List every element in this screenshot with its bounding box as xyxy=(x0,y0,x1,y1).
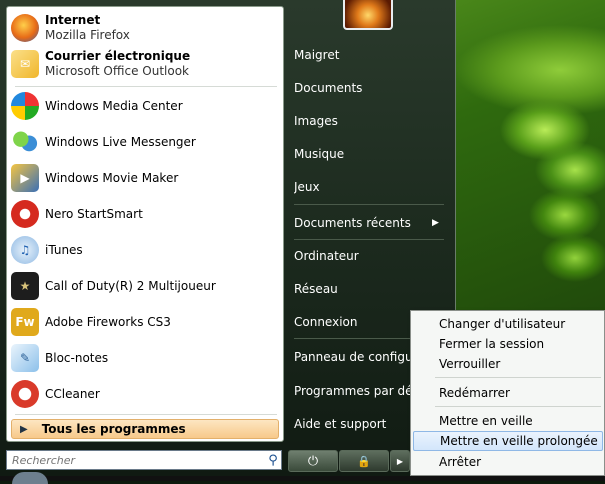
menu-item-shut-down[interactable]: Arrêter xyxy=(413,452,603,472)
program-itunes[interactable]: ♫ iTunes xyxy=(11,233,279,267)
program-subtitle: Microsoft Office Outlook xyxy=(45,64,189,78)
itunes-icon: ♫ xyxy=(11,236,39,264)
menu-item-log-off[interactable]: Fermer la session xyxy=(413,334,603,354)
menu-item-label: Arrêter xyxy=(439,455,482,469)
menu-item-label: Changer d'utilisateur xyxy=(439,317,566,331)
outlook-icon: ✉ xyxy=(11,50,39,78)
link-label: Aide et support xyxy=(294,417,387,431)
media-center-icon xyxy=(11,92,39,120)
program-name: CCleaner xyxy=(45,387,100,401)
link-label: Documents xyxy=(294,81,363,95)
menu-item-label: Redémarrer xyxy=(439,386,510,400)
fireworks-icon: Fw xyxy=(11,308,39,336)
program-name: Call of Duty(R) 2 Multijoueur xyxy=(45,279,216,293)
program-call-of-duty[interactable]: ★ Call of Duty(R) 2 Multijoueur xyxy=(11,269,279,303)
power-options-arrow-button[interactable]: ▶ xyxy=(390,450,410,472)
taskbar xyxy=(0,476,605,481)
program-name: Bloc-notes xyxy=(45,351,109,365)
power-button[interactable]: ⏻ xyxy=(288,450,338,472)
power-options-menu: Changer d'utilisateur Fermer la session … xyxy=(410,310,605,476)
link-control-panel[interactable]: Panneau de configurati xyxy=(294,346,410,368)
menu-item-switch-user[interactable]: Changer d'utilisateur xyxy=(413,314,603,334)
notepad-icon: ✎ xyxy=(11,344,39,372)
program-fireworks[interactable]: Fw Adobe Fireworks CS3 xyxy=(11,305,279,339)
nero-icon xyxy=(11,200,39,228)
program-movie-maker[interactable]: ▶ Windows Movie Maker xyxy=(11,161,279,195)
program-name: Internet xyxy=(45,13,101,27)
all-programs-label: Tous les programmes xyxy=(41,422,186,436)
program-name: Windows Live Messenger xyxy=(45,135,196,149)
lock-icon: 🔒 xyxy=(357,454,371,468)
link-recent-documents[interactable]: Documents récents xyxy=(294,212,444,234)
link-label: Programmes par défaut xyxy=(294,384,410,398)
right-separator xyxy=(294,204,444,205)
link-label: Documents récents xyxy=(294,216,411,230)
firefox-icon xyxy=(11,14,39,42)
lock-button[interactable]: 🔒 xyxy=(339,450,389,472)
program-name: Adobe Fireworks CS3 xyxy=(45,315,171,329)
menu-item-label: Mettre en veille prolongée xyxy=(440,434,598,448)
link-label: Musique xyxy=(294,147,345,161)
arrow-right-icon: ▶ xyxy=(20,423,28,435)
link-documents[interactable]: Documents xyxy=(294,77,444,99)
program-notepad[interactable]: ✎ Bloc-notes xyxy=(11,341,279,375)
program-messenger[interactable]: Windows Live Messenger xyxy=(11,125,279,159)
menu-item-sleep[interactable]: Mettre en veille xyxy=(413,411,603,431)
user-picture[interactable] xyxy=(343,0,393,30)
submenu-arrow-icon: ▶ xyxy=(432,218,439,228)
recent-separator xyxy=(15,414,277,415)
menu-item-lock[interactable]: Verrouiller xyxy=(413,354,603,374)
arrow-right-icon: ▶ xyxy=(396,456,404,466)
menu-separator xyxy=(435,377,601,378)
search-input[interactable] xyxy=(7,452,265,468)
start-menu: Internet Mozilla Firefox ✉ Courrier élec… xyxy=(0,0,456,481)
link-label: Jeux xyxy=(294,180,320,194)
link-music[interactable]: Musique xyxy=(294,143,444,165)
menu-item-label: Verrouiller xyxy=(439,357,501,371)
pinned-separator xyxy=(15,86,277,87)
link-label: Maigret xyxy=(294,48,340,62)
program-name: Nero StartSmart xyxy=(45,207,143,221)
link-label: Panneau de configurati xyxy=(294,350,410,364)
menu-item-label: Mettre en veille xyxy=(439,414,533,428)
call-of-duty-icon: ★ xyxy=(11,272,39,300)
ccleaner-icon xyxy=(11,380,39,408)
search-icon[interactable]: ⚲ xyxy=(265,453,281,468)
program-name: Windows Media Center xyxy=(45,99,183,113)
program-media-center[interactable]: Windows Media Center xyxy=(11,89,279,123)
program-name: Windows Movie Maker xyxy=(45,171,179,185)
link-user-folder[interactable]: Maigret xyxy=(294,44,444,66)
program-ccleaner[interactable]: CCleaner xyxy=(11,377,279,411)
program-name: Courrier électronique xyxy=(45,49,191,63)
link-label: Images xyxy=(294,114,338,128)
pinned-internet[interactable]: Internet Mozilla Firefox xyxy=(11,11,279,45)
menu-item-hibernate[interactable]: Mettre en veille prolongée xyxy=(413,431,603,451)
messenger-icon xyxy=(11,128,39,156)
programs-pane: Internet Mozilla Firefox ✉ Courrier élec… xyxy=(6,6,284,442)
program-nero[interactable]: Nero StartSmart xyxy=(11,197,279,231)
start-orb[interactable] xyxy=(12,472,48,484)
program-subtitle: Mozilla Firefox xyxy=(45,28,130,42)
power-icon: ⏻ xyxy=(307,453,319,469)
movie-maker-icon: ▶ xyxy=(11,164,39,192)
search-box[interactable]: ⚲ xyxy=(6,450,282,470)
link-network[interactable]: Réseau xyxy=(294,278,444,300)
link-help-support[interactable]: Aide et support xyxy=(294,413,410,435)
power-buttons: ⏻ 🔒 ▶ xyxy=(288,450,411,472)
all-programs-button[interactable]: ▶ Tous les programmes xyxy=(11,419,279,439)
menu-separator xyxy=(435,406,601,407)
pinned-email[interactable]: ✉ Courrier électronique Microsoft Office… xyxy=(11,47,279,81)
link-label: Réseau xyxy=(294,282,338,296)
link-default-programs[interactable]: Programmes par défaut xyxy=(294,380,410,402)
menu-item-label: Fermer la session xyxy=(439,337,545,351)
link-label: Ordinateur xyxy=(294,249,359,263)
right-separator xyxy=(294,239,444,240)
program-name: iTunes xyxy=(45,243,83,257)
link-images[interactable]: Images xyxy=(294,110,444,132)
link-label: Connexion xyxy=(294,315,358,329)
link-games[interactable]: Jeux xyxy=(294,176,444,198)
menu-item-restart[interactable]: Redémarrer xyxy=(413,383,603,403)
link-computer[interactable]: Ordinateur xyxy=(294,245,444,267)
